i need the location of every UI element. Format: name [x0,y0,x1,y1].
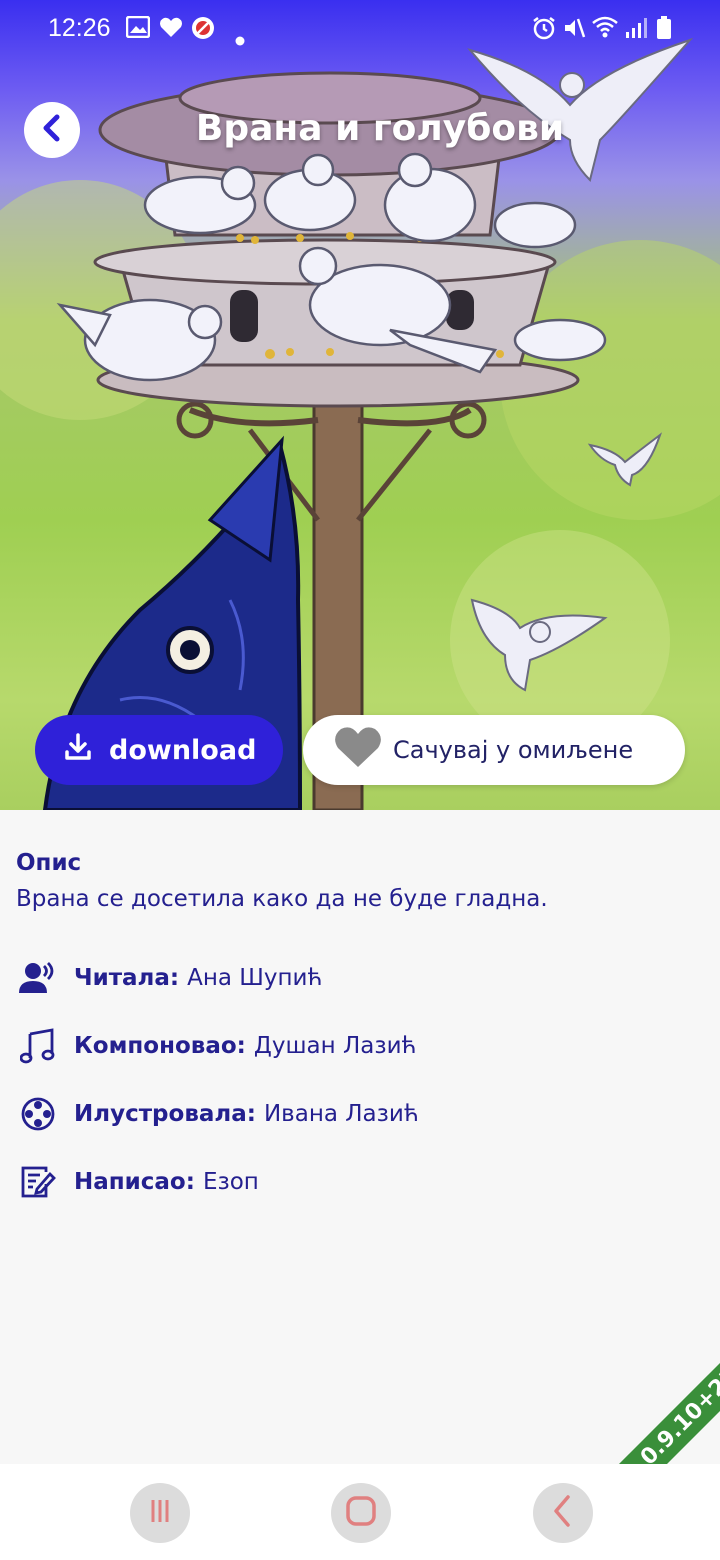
film-icon [18,1094,58,1134]
credit-label: Илустровала: [74,1101,256,1127]
favorite-label: Сачувај у омиљене [393,736,634,764]
dot-icon [235,24,245,52]
credit-illustrator: Илустровала: Ивана Лазић [18,1094,419,1134]
credit-composer: Компоновао: Душан Лазић [18,1026,417,1066]
download-icon [63,732,93,769]
credit-narrator: Читала: Ана Шупић [18,958,323,998]
mute-icon [562,16,586,46]
credit-label: Написао: [74,1169,195,1195]
no-disturb-icon [191,16,215,46]
status-time: 12:26 [48,14,111,42]
favorite-button[interactable]: Сачувај у омиљене [303,715,685,785]
navigation-bar [0,1464,720,1560]
music-icon [18,1026,58,1066]
credit-value: Езоп [202,1169,259,1195]
download-button[interactable]: download [35,715,283,785]
download-label: download [109,734,257,766]
recent-apps-icon [145,1496,175,1530]
screen: 12:26 Врана и голубови download Сачувај … [0,0,720,1560]
chevron-left-icon [548,1494,578,1532]
writing-icon [18,1162,58,1202]
heart-icon [159,16,183,44]
signal-icon [624,16,648,46]
narrator-icon [18,958,58,998]
back-nav-button[interactable] [533,1483,593,1543]
description-heading: Опис [16,850,82,876]
credit-value: Ана Шупић [187,965,323,991]
credit-value: Ивана Лазић [263,1101,419,1127]
cover-illustration: 12:26 Врана и голубови download Сачувај … [0,0,720,810]
info-card: Опис Врана се досетила како да не буде г… [0,810,720,1464]
recent-apps-button[interactable] [130,1483,190,1543]
credit-value: Душан Лазић [253,1033,417,1059]
image-icon [125,15,151,44]
credit-label: Компоновао: [74,1033,246,1059]
back-button[interactable] [24,102,80,158]
home-icon [344,1494,378,1532]
page-title: Врана и голубови [195,108,565,149]
chevron-left-icon [39,113,65,147]
wifi-icon [592,16,618,44]
status-bar: 12:26 [0,0,720,60]
battery-icon [656,16,672,46]
home-button[interactable] [331,1483,391,1543]
credit-label: Читала: [74,965,180,991]
alarm-icon [532,16,556,46]
credit-author: Написао: Езоп [18,1162,259,1202]
description-text: Врана се досетила како да не буде гладна… [16,886,548,912]
heart-icon [333,725,383,775]
